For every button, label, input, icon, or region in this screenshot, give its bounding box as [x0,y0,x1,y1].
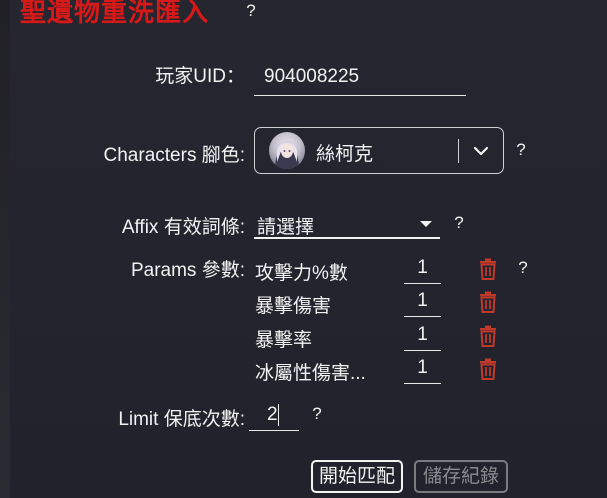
character-name: 絲柯克 [316,144,374,165]
affix-help-icon[interactable]: ? [451,214,467,232]
param-name: 暴擊傷害 [255,296,332,317]
page-title: 聖遺物重洗匯入 [20,0,210,27]
affix-selected-value: 請選擇 [257,217,315,238]
limit-label: Limit 保底次數: [118,409,245,430]
title-help-icon[interactable]: ? [243,2,259,20]
param-value-input[interactable] [404,319,441,351]
trash-icon[interactable] [478,325,498,347]
character-select[interactable]: 絲柯克 [254,127,504,174]
chevron-down-icon[interactable] [470,141,492,161]
param-value-input[interactable] [404,252,441,284]
param-value-input[interactable] [404,352,441,384]
character-avatar-icon [269,132,305,169]
caret-down-icon [420,221,432,227]
param-name: 暴擊率 [255,330,313,351]
trash-icon[interactable] [478,291,498,313]
param-name: 冰屬性傷害... [255,363,366,384]
uid-input[interactable] [254,58,466,96]
text-cursor [278,404,279,426]
affix-select[interactable]: 請選擇 [254,207,440,239]
params-help-icon[interactable]: ? [515,259,531,277]
left-edge-strip [0,0,10,498]
save-record-button[interactable]: 儲存紀錄 [414,460,508,493]
select-divider [458,139,459,163]
artifact-reroll-import-panel: 聖遺物重洗匯入 ? 玩家UID： Characters 腳色: 絲柯克 ? Af… [0,0,607,498]
params-label: Params 參數: [130,260,245,281]
characters-help-icon[interactable]: ? [513,141,529,159]
characters-label: Characters 腳色: [103,145,245,166]
start-match-button[interactable]: 開始匹配 [311,460,403,493]
param-value-input[interactable] [404,285,441,317]
limit-input[interactable] [249,400,299,431]
limit-help-icon[interactable]: ? [309,405,325,423]
trash-icon[interactable] [478,358,498,380]
param-name: 攻擊力%數 [255,263,348,284]
affix-label: Affix 有效詞條: [121,217,245,238]
uid-label: 玩家UID： [155,66,245,87]
trash-icon[interactable] [478,258,498,280]
